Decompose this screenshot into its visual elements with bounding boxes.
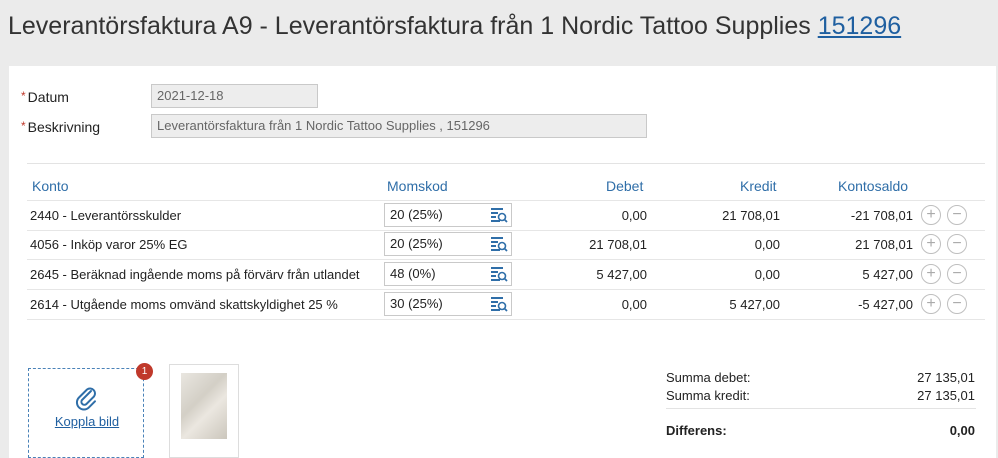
momskod-field[interactable]: 20 (25%) — [384, 203, 512, 227]
summa-debet-value: 27 135,01 — [917, 370, 975, 385]
kredit-cell: 0,00 — [754, 237, 780, 252]
remove-row-button[interactable]: − — [947, 205, 967, 225]
main-panel: * Datum 2021-12-18 * Beskrivning Leverantö… — [9, 66, 996, 458]
column-header-kontosaldo: Kontosaldo — [838, 178, 909, 194]
kontosaldo-cell: -5 427,00 — [858, 297, 913, 312]
search-list-icon[interactable] — [490, 236, 508, 252]
column-header-kredit: Kredit — [740, 178, 777, 194]
divider — [27, 163, 985, 164]
add-row-button[interactable]: + — [921, 294, 941, 314]
konto-cell: 4056 - Inköp varor 25% EG — [30, 237, 188, 252]
summa-kredit-label: Summa kredit: — [666, 388, 750, 403]
column-header-debet: Debet — [606, 178, 644, 194]
add-row-button[interactable]: + — [921, 205, 941, 225]
search-list-icon[interactable] — [490, 296, 508, 312]
table-row: 4056 - Inköp varor 25% EG 20 (25%) 21 70… — [27, 230, 985, 260]
differens-label: Differens: — [666, 423, 727, 438]
paperclip-icon — [76, 387, 96, 411]
column-header-momskod: Momskod — [387, 178, 448, 194]
search-list-icon[interactable] — [490, 266, 508, 282]
debet-cell: 0,00 — [621, 297, 647, 312]
konto-cell: 2440 - Leverantörsskulder — [30, 208, 182, 223]
required-mark: * — [21, 119, 26, 133]
invoice-number-link[interactable]: 151296 — [818, 12, 901, 40]
search-list-icon[interactable] — [490, 207, 508, 223]
kontosaldo-cell: 21 708,01 — [855, 237, 913, 252]
description-label: * Beskrivning — [21, 119, 101, 135]
remove-row-button[interactable]: − — [947, 294, 967, 314]
kredit-cell: 5 427,00 — [729, 297, 780, 312]
kontosaldo-cell: 5 427,00 — [862, 267, 913, 282]
debet-cell: 0,00 — [621, 208, 647, 223]
debet-cell: 21 708,01 — [589, 237, 647, 252]
date-label: * Datum — [21, 89, 69, 105]
description-field[interactable]: Leverantörsfaktura från 1 Nordic Tattoo … — [151, 114, 647, 138]
table-row: 2440 - Leverantörsskulder 20 (25%) 0,00 … — [27, 200, 985, 231]
page-title: Leverantörsfaktura A9 - Leverantörsfaktu… — [8, 12, 811, 40]
kredit-cell: 0,00 — [754, 267, 780, 282]
summary-divider — [666, 408, 976, 409]
momskod-field[interactable]: 20 (25%) — [384, 232, 512, 256]
attach-image-link[interactable]: Koppla bild — [29, 414, 145, 429]
attachment-thumbnail[interactable] — [169, 364, 239, 458]
remove-row-button[interactable]: − — [947, 234, 967, 254]
debet-cell: 5 427,00 — [596, 267, 647, 282]
summa-debet-label: Summa debet: — [666, 370, 751, 385]
momskod-field[interactable]: 48 (0%) — [384, 262, 512, 286]
kontosaldo-cell: -21 708,01 — [850, 208, 913, 223]
column-header-konto: Konto — [32, 178, 69, 194]
required-mark: * — [21, 89, 26, 103]
momskod-field[interactable]: 30 (25%) — [384, 292, 512, 316]
attachment-count-badge: 1 — [136, 363, 153, 380]
document-preview-image — [181, 373, 227, 439]
add-row-button[interactable]: + — [921, 234, 941, 254]
remove-row-button[interactable]: − — [947, 264, 967, 284]
add-row-button[interactable]: + — [921, 264, 941, 284]
table-row: 2645 - Beräknad ingående moms på förvärv… — [27, 260, 985, 290]
attach-image-dropzone[interactable]: Koppla bild — [28, 368, 144, 458]
date-field[interactable]: 2021-12-18 — [151, 84, 318, 108]
summa-kredit-value: 27 135,01 — [917, 388, 975, 403]
page-header: Leverantörsfaktura A9 - Leverantörsfaktu… — [8, 12, 901, 48]
kredit-cell: 21 708,01 — [722, 208, 780, 223]
table-row: 2614 - Utgående moms omvänd skattskyldig… — [27, 290, 985, 320]
differens-value: 0,00 — [949, 423, 975, 438]
konto-cell: 2614 - Utgående moms omvänd skattskyldig… — [30, 297, 338, 312]
konto-cell: 2645 - Beräknad ingående moms på förvärv… — [30, 267, 360, 282]
